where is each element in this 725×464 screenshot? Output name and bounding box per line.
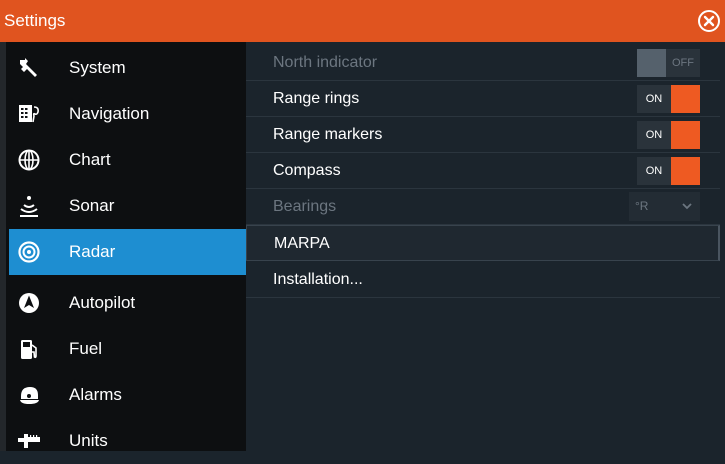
toggle-state: ON (637, 121, 671, 149)
installation-row[interactable]: Installation... (246, 262, 720, 298)
range-rings-row[interactable]: Range rings ON (246, 81, 720, 117)
sidebar-item-label: Sonar (69, 196, 115, 215)
sidebar-scrollbar[interactable] (0, 42, 6, 451)
compass-row[interactable]: Compass ON (246, 153, 720, 189)
close-icon (703, 15, 715, 27)
chevron-down-icon (682, 203, 692, 210)
close-button[interactable] (698, 10, 720, 32)
toggle-state: ON (637, 157, 671, 185)
radar-icon (18, 241, 40, 263)
toggle-knob (671, 121, 700, 149)
toggle-knob (671, 85, 700, 113)
sidebar-item-navigation[interactable]: Navigation (9, 91, 246, 137)
compass-toggle[interactable]: ON (637, 157, 700, 185)
sidebar-item-autopilot[interactable]: Autopilot (9, 280, 246, 326)
marpa-label: MARPA (274, 235, 330, 252)
autopilot-icon (19, 293, 39, 313)
title-bar: Settings (0, 0, 725, 42)
north-indicator-row[interactable]: North indicator OFF (246, 45, 720, 81)
globe-icon (18, 149, 40, 171)
bearings-row[interactable]: Bearings °R (246, 189, 720, 225)
sidebar-item-sonar[interactable]: Sonar (9, 183, 246, 229)
installation-label: Installation... (273, 271, 363, 288)
toggle-knob (671, 157, 700, 185)
range-rings-label: Range rings (273, 90, 360, 107)
marpa-row[interactable]: MARPA (246, 225, 720, 261)
sidebar-item-chart[interactable]: Chart (9, 137, 246, 183)
sidebar-item-system[interactable]: System (9, 45, 246, 91)
toggle-state: ON (637, 85, 671, 113)
wrench-icon (20, 58, 37, 77)
alarm-icon (20, 387, 39, 404)
range-rings-toggle[interactable]: ON (637, 85, 700, 113)
settings-panel: North indicator OFF Range rings ON Range… (246, 42, 725, 451)
toggle-knob (637, 49, 666, 77)
north-indicator-label: North indicator (273, 54, 378, 71)
sidebar-item-radar[interactable]: Radar (9, 229, 256, 275)
sidebar-item-label: Radar (69, 242, 116, 261)
sidebar-item-alarms[interactable]: Alarms (9, 372, 246, 418)
sidebar-item-fuel[interactable]: Fuel (9, 326, 246, 372)
units-icon (18, 434, 40, 448)
sidebar-item-label: Navigation (69, 104, 150, 123)
sidebar-item-label: Fuel (69, 339, 103, 358)
range-markers-row[interactable]: Range markers ON (246, 117, 720, 153)
sonar-icon (20, 196, 38, 217)
fuel-icon (21, 340, 37, 359)
range-markers-label: Range markers (273, 126, 383, 143)
bearings-label: Bearings (273, 198, 337, 215)
bearings-select[interactable]: °R (629, 192, 700, 221)
navigation-icon (19, 105, 39, 123)
north-indicator-toggle[interactable]: OFF (637, 49, 700, 77)
sidebar-item-label: Units (69, 431, 108, 450)
toggle-state: OFF (666, 49, 700, 77)
range-markers-toggle[interactable]: ON (637, 121, 700, 149)
sidebar-item-units[interactable]: Units (9, 418, 246, 464)
sidebar-item-label: Autopilot (69, 293, 136, 312)
window-title: Settings (4, 11, 66, 30)
sidebar-item-label: Alarms (69, 385, 122, 404)
sidebar-item-label: Chart (69, 150, 111, 169)
sidebar-item-label: System (69, 58, 126, 77)
compass-label: Compass (273, 162, 341, 179)
bearings-value: °R (635, 199, 649, 213)
